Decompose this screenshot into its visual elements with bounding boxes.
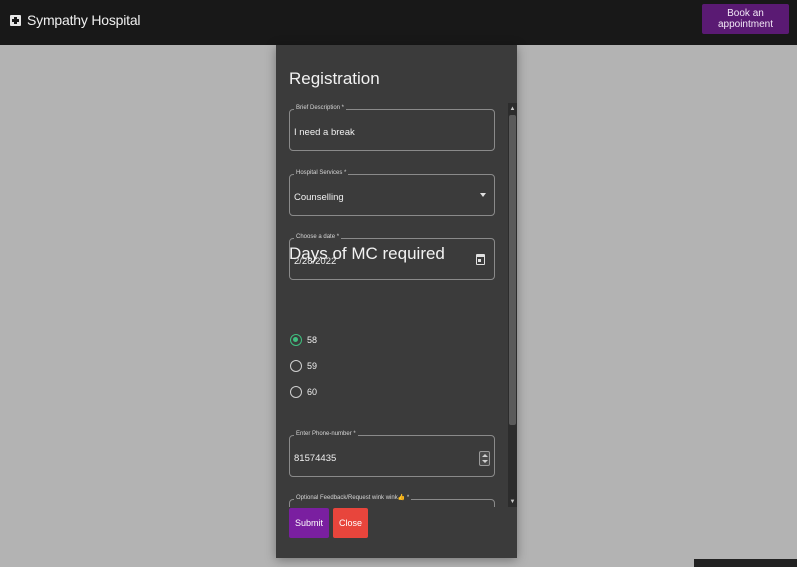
bottom-corner-strip: [694, 559, 797, 567]
radio-checked-icon[interactable]: [290, 334, 302, 346]
date-label: Choose a date *: [294, 233, 342, 242]
mc-option-label: 60: [307, 387, 318, 397]
mc-option-58[interactable]: 58: [290, 334, 317, 346]
caret-down-icon[interactable]: [480, 193, 486, 197]
registration-dialog: Registration Brief Description * I need …: [276, 45, 517, 558]
feedback-field[interactable]: Optional Feedback/Request wink wink👍 *: [289, 494, 495, 507]
hospital-plus-icon: [10, 14, 21, 26]
scroll-down-icon[interactable]: ▼: [509, 497, 516, 506]
hospital-services-select[interactable]: Hospital Services * Counselling: [289, 169, 495, 216]
dialog-actions: Submit Close: [289, 508, 368, 538]
radio-unchecked-icon[interactable]: [290, 386, 302, 398]
phone-number-value: 81574435: [294, 453, 337, 464]
feedback-label: Optional Feedback/Request wink wink👍 *: [294, 494, 412, 503]
close-button[interactable]: Close: [333, 508, 368, 538]
phone-number-field[interactable]: Enter Phone-number * 81574435: [289, 430, 495, 477]
scrollbar-thumb[interactable]: [509, 115, 516, 425]
book-appointment-button[interactable]: Book an appointment: [702, 4, 789, 34]
hospital-services-label: Hospital Services *: [294, 169, 349, 178]
mc-option-59[interactable]: 59: [290, 360, 317, 372]
brief-description-value: I need a break: [294, 127, 355, 138]
mc-section-title: Days of MC required: [289, 244, 445, 263]
dialog-title: Registration: [289, 69, 380, 88]
calendar-icon[interactable]: [476, 254, 485, 265]
brief-description-field[interactable]: Brief Description * I need a break: [289, 104, 495, 151]
number-spinner-icon[interactable]: [479, 451, 490, 466]
hospital-services-value: Counselling: [294, 192, 344, 203]
top-app-bar: Sympathy Hospital Book an appointment: [0, 0, 797, 45]
radio-unchecked-icon[interactable]: [290, 360, 302, 372]
brand-title: Sympathy Hospital: [27, 12, 141, 28]
brand[interactable]: Sympathy Hospital: [10, 10, 141, 30]
mc-option-label: 59: [307, 361, 318, 371]
submit-button[interactable]: Submit: [289, 508, 329, 538]
scroll-up-icon[interactable]: ▲: [509, 104, 516, 113]
dialog-scroll-area[interactable]: Brief Description * I need a break Hospi…: [276, 103, 517, 507]
brief-description-label: Brief Description *: [294, 104, 347, 113]
dialog-scrollbar[interactable]: ▲ ▼: [508, 103, 517, 507]
phone-number-label: Enter Phone-number *: [294, 430, 358, 439]
mc-option-60[interactable]: 60: [290, 386, 317, 398]
mc-option-label: 58: [307, 335, 318, 345]
